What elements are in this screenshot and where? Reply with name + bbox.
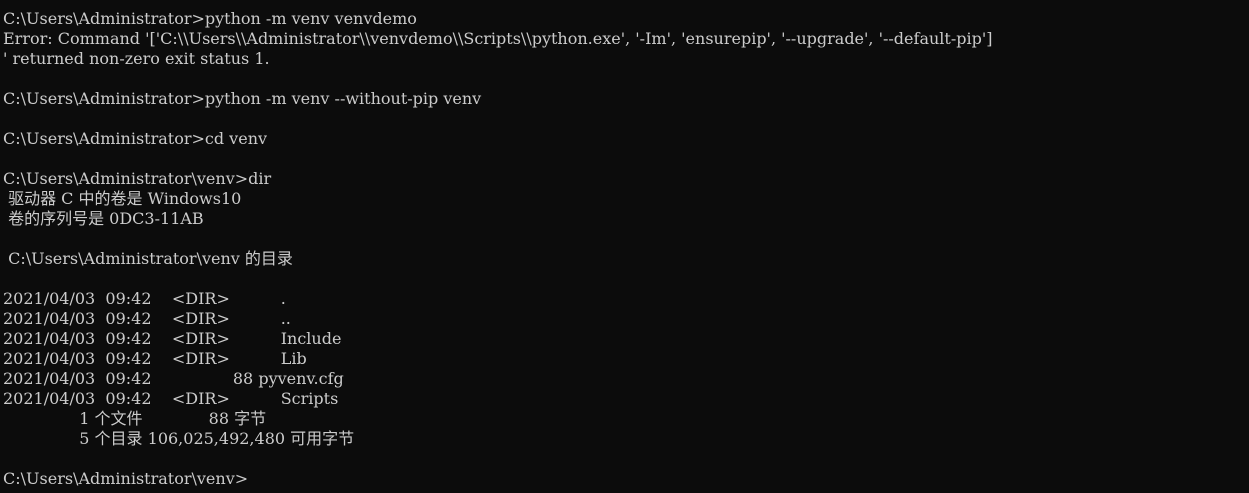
terminal-output: C:\Users\Administrator>python -m venv ve… [3, 9, 1249, 489]
terminal-line: Error: Command '['C:\\Users\\Administrat… [3, 29, 993, 48]
terminal-line: C:\Users\Administrator>cd venv [3, 129, 268, 148]
command-prompt[interactable]: C:\Users\Administrator\venv> [3, 469, 1249, 489]
dir-entry-row: 2021/04/03 09:42 <DIR> . [3, 289, 286, 308]
terminal-line: C:\Users\Administrator>python -m venv ve… [3, 9, 417, 28]
dir-entry-row: 2021/04/03 09:42 <DIR> .. [3, 309, 291, 328]
terminal-line: C:\Users\Administrator>python -m venv --… [3, 89, 482, 108]
dir-entry-row: 2021/04/03 09:42 <DIR> Include [3, 329, 342, 348]
dir-entry-row: 2021/04/03 09:42 <DIR> Scripts [3, 389, 339, 408]
dir-summary-files: 1 个文件 88 字节 [3, 409, 267, 428]
terminal-window[interactable]: C:\Users\Administrator>python -m venv ve… [0, 0, 1249, 493]
terminal-line: C:\Users\Administrator\venv 的目录 [3, 249, 293, 268]
dir-summary-dirs: 5 个目录 106,025,492,480 可用字节 [3, 429, 355, 448]
terminal-line: ' returned non-zero exit status 1. [3, 49, 270, 68]
dir-entry-row: 2021/04/03 09:42 <DIR> Lib [3, 349, 307, 368]
dir-entry-row: 2021/04/03 09:42 88 pyvenv.cfg [3, 369, 344, 388]
terminal-line: 卷的序列号是 0DC3-11AB [3, 209, 204, 228]
terminal-line: 驱动器 C 中的卷是 Windows10 [3, 189, 242, 208]
terminal-line: C:\Users\Administrator\venv>dir [3, 169, 272, 188]
